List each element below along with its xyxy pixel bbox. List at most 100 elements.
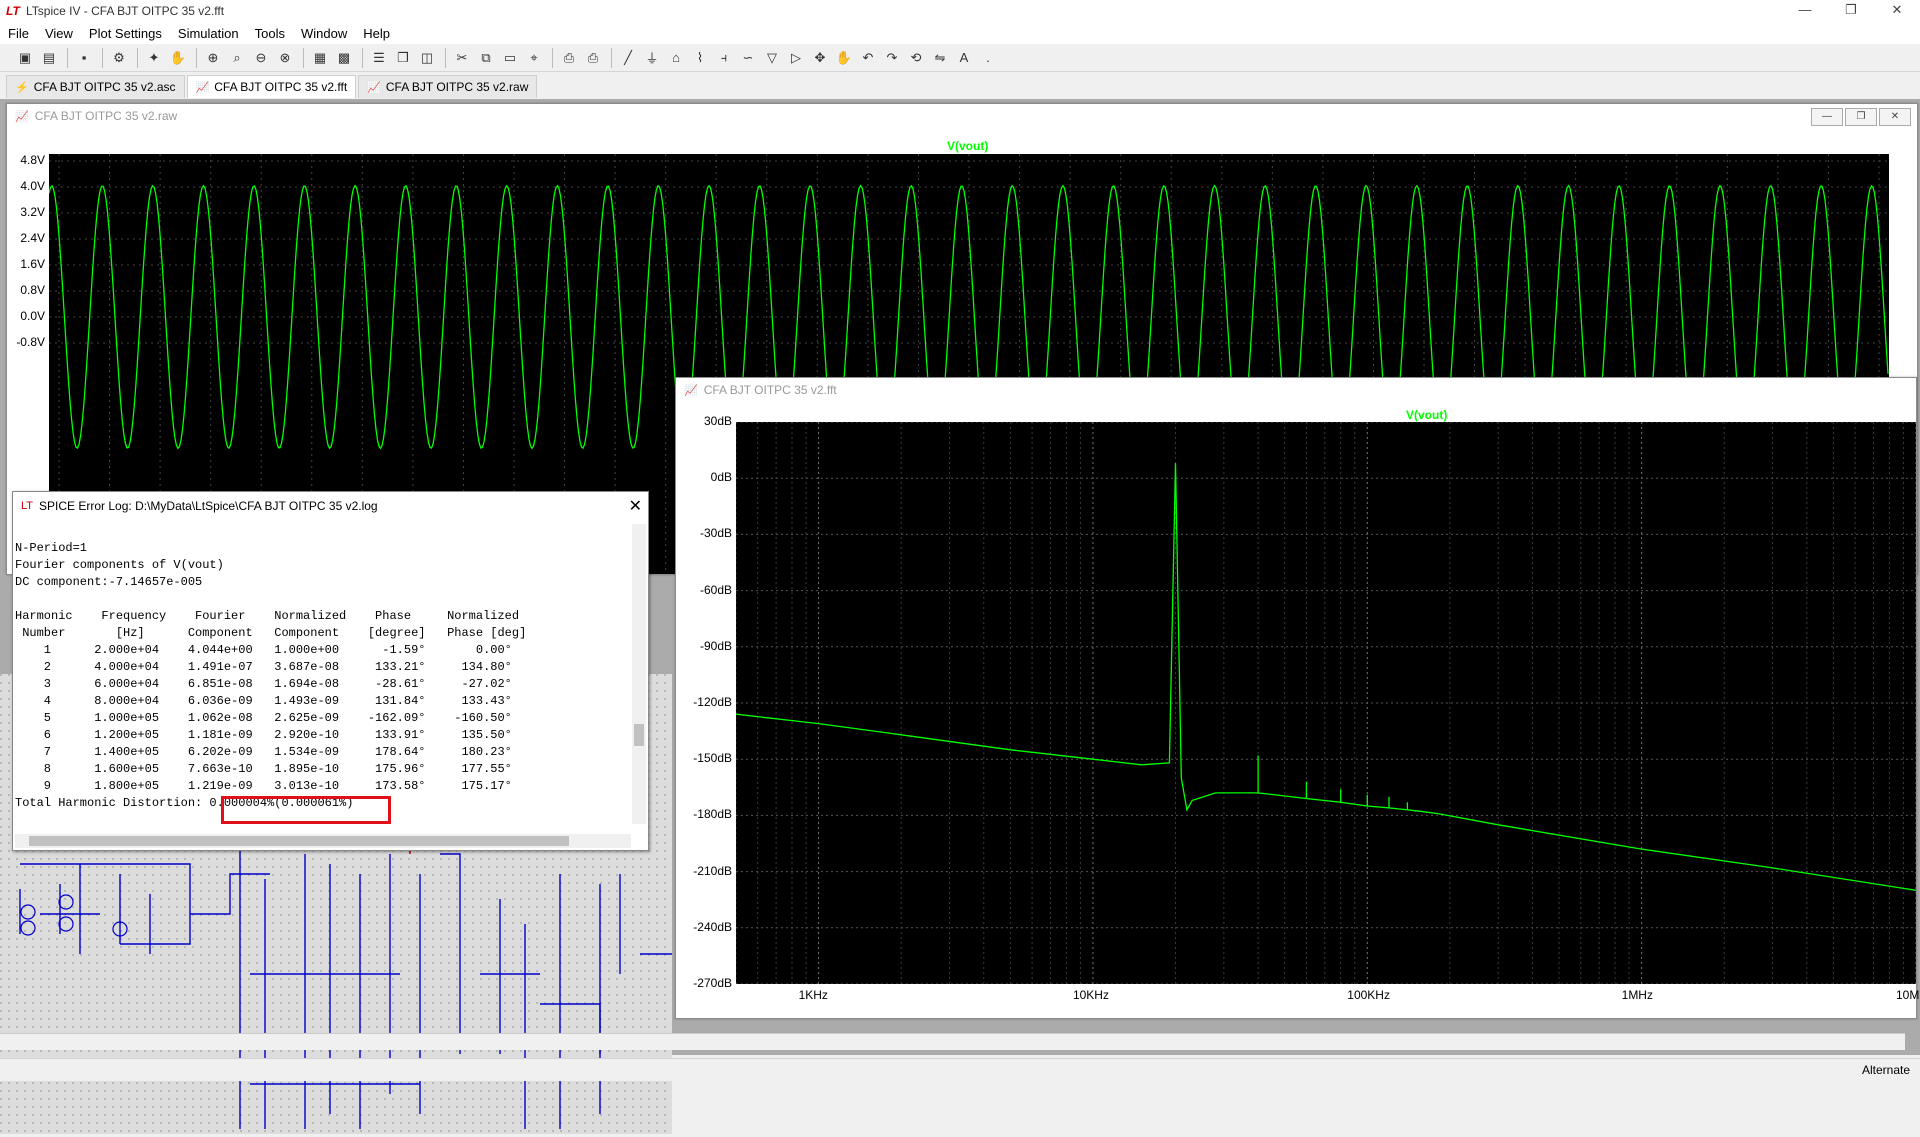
vscroll-thumb[interactable] [634,724,644,746]
error-log-hscrollbar[interactable] [15,834,631,848]
ground-icon[interactable]: ⏚ [641,47,663,69]
status-text: Alternate [1861,1063,1910,1077]
menu-view[interactable]: View [37,26,81,41]
move-icon[interactable]: ✥ [809,47,831,69]
minimize-button[interactable]: — [1782,0,1828,22]
hscroll-thumb[interactable] [29,836,569,846]
fft-y-tick-label: -180dB [693,807,732,822]
fft-y-tick-label: 0dB [710,470,732,485]
label-net-icon[interactable]: ⌂ [665,47,687,69]
log-line: 1 2.000e+04 4.044e+00 1.000e+00 -1.59° 0… [15,643,512,657]
fft-plot-area[interactable] [735,421,1917,985]
fft-icon[interactable]: ▩ [333,47,355,69]
text-icon[interactable]: A [953,47,975,69]
log-line: 4 8.000e+04 6.036e-09 1.493e-09 131.84° … [15,694,512,708]
fft-x-tick-label: 10MHz [1896,988,1920,1002]
error-log-vscrollbar[interactable] [632,524,646,824]
error-log-window: LT SPICE Error Log: D:\MyData\LtSpice\CF… [12,491,649,851]
component-icon[interactable]: ▷ [785,47,807,69]
capacitor-icon[interactable]: ⫞ [713,47,735,69]
waveform-icon: 📈 [195,81,210,94]
print-icon[interactable]: ⎙ [582,47,604,69]
tab-asc[interactable]: ⚡ CFA BJT OITPC 35 v2.asc [6,75,185,98]
new-schematic-icon[interactable]: ▣ [14,47,36,69]
fft-x-tick-label: 10KHz [1072,988,1109,1002]
error-log-close-button[interactable]: ✕ [629,496,642,516]
mirror-icon[interactable]: ⇋ [929,47,951,69]
log-line: 6 1.200e+05 1.181e-09 2.920e-10 133.91° … [15,728,512,742]
raw-window-title: CFA BJT OITPC 35 v2.raw [34,109,178,123]
menu-plot-settings[interactable]: Plot Settings [81,26,170,41]
menu-tools[interactable]: Tools [247,26,293,41]
spice-directive-icon[interactable]: . [977,47,999,69]
waveform-icon: 📈 [367,81,381,94]
thd-highlight-box [221,796,391,824]
raw-restore-button[interactable]: ❐ [1845,108,1877,126]
log-line: 9 1.800e+05 1.219e-09 3.013e-10 173.58° … [15,779,512,793]
log-line: 7 1.400e+05 6.202e-09 1.534e-09 178.64° … [15,745,512,759]
fft-trace-label[interactable]: V(vout) [1406,408,1447,422]
error-log-text[interactable]: N-Period=1 Fourier components of V(vout)… [15,540,635,818]
control-panel-icon[interactable]: ⚙ [108,47,130,69]
raw-y-tick-label: 0.0V [20,309,45,323]
print-preview-icon[interactable]: ⎙ [558,47,580,69]
log-line: 2 4.000e+04 1.491e-07 3.687e-08 133.21° … [15,660,512,674]
log-line: 3 6.000e+04 6.851e-08 1.694e-08 -28.61° … [15,677,512,691]
fft-window-titlebar[interactable]: 📈 CFA BJT OITPC 35 v2.fft [676,378,1916,402]
autorange-icon[interactable]: ▦ [309,47,331,69]
cascade-icon[interactable]: ❐ [392,47,414,69]
halt-icon[interactable]: ✋ [167,47,189,69]
raw-y-tick-label: 0.8V [20,283,45,297]
log-line: Fourier components of V(vout) [15,558,224,572]
schematic-icon: ⚡ [15,81,29,94]
drag-icon[interactable]: ✋ [833,47,855,69]
copy-icon[interactable]: ⧉ [475,47,497,69]
undo-icon[interactable]: ↶ [857,47,879,69]
tab-raw[interactable]: 📈 CFA BJT OITPC 35 v2.raw [358,75,538,98]
tab-fft[interactable]: 📈 CFA BJT OITPC 35 v2.fft [186,75,357,98]
menu-help[interactable]: Help [355,26,398,41]
log-line: DC component:-7.14657e-005 [15,575,203,589]
menu-bar: File View Plot Settings Simulation Tools… [0,22,1920,44]
raw-y-tick-label: 4.0V [20,179,45,193]
raw-y-tick-label: 4.8V [20,153,45,167]
paste-icon[interactable]: ▭ [499,47,521,69]
menu-file[interactable]: File [0,26,37,41]
run-icon[interactable]: ✦ [143,47,165,69]
tile-horizontal-icon[interactable]: ☰ [368,47,390,69]
fft-trace-vout[interactable] [735,463,1917,891]
zoom-out-icon[interactable]: ⊖ [250,47,272,69]
save-icon[interactable]: ▪ [73,47,95,69]
wire-icon[interactable]: ╱ [617,47,639,69]
raw-window-titlebar[interactable]: 📈 CFA BJT OITPC 35 v2.raw — ❐ ✕ [7,104,1917,128]
zoom-fit-icon[interactable]: ⊗ [274,47,296,69]
main-hscrollbar[interactable] [0,1033,1905,1050]
error-log-titlebar[interactable]: LT SPICE Error Log: D:\MyData\LtSpice\CF… [13,492,648,520]
fft-y-tick-label: -90dB [699,638,732,653]
log-line: 8 1.600e+05 7.663e-10 1.895e-10 175.96° … [15,762,512,776]
raw-close-button[interactable]: ✕ [1879,108,1911,126]
raw-minimize-button[interactable]: — [1811,108,1843,126]
raw-trace-label[interactable]: V(vout) [947,139,988,153]
zoom-in-icon[interactable]: ⊕ [202,47,224,69]
fft-y-tick-label: -150dB [693,751,732,766]
menu-simulation[interactable]: Simulation [170,26,247,41]
find-icon[interactable]: ⌖ [523,47,545,69]
cut-icon[interactable]: ✂ [451,47,473,69]
open-icon[interactable]: ▤ [38,47,60,69]
raw-y-tick-label: 1.6V [20,257,45,271]
restore-button[interactable]: ❐ [1828,0,1874,22]
fft-plot-window: 📈 CFA BJT OITPC 35 v2.fft V(vout) 30dB 0d… [675,377,1920,1019]
menu-window[interactable]: Window [293,26,355,41]
inductor-icon[interactable]: ∽ [737,47,759,69]
diode-icon[interactable]: ▽ [761,47,783,69]
window-title: LTspice IV - CFA BJT OITPC 35 v2.fft [26,4,225,18]
fft-x-tick-label: 100KHz [1347,988,1390,1002]
raw-y-tick-label: 2.4V [20,231,45,245]
close-button[interactable]: ✕ [1874,0,1920,22]
zoom-pan-icon[interactable]: ⌕ [226,47,248,69]
rotate-icon[interactable]: ⟲ [905,47,927,69]
resistor-icon[interactable]: ⌇ [689,47,711,69]
tile-vertical-icon[interactable]: ◫ [416,47,438,69]
redo-icon[interactable]: ↷ [881,47,903,69]
